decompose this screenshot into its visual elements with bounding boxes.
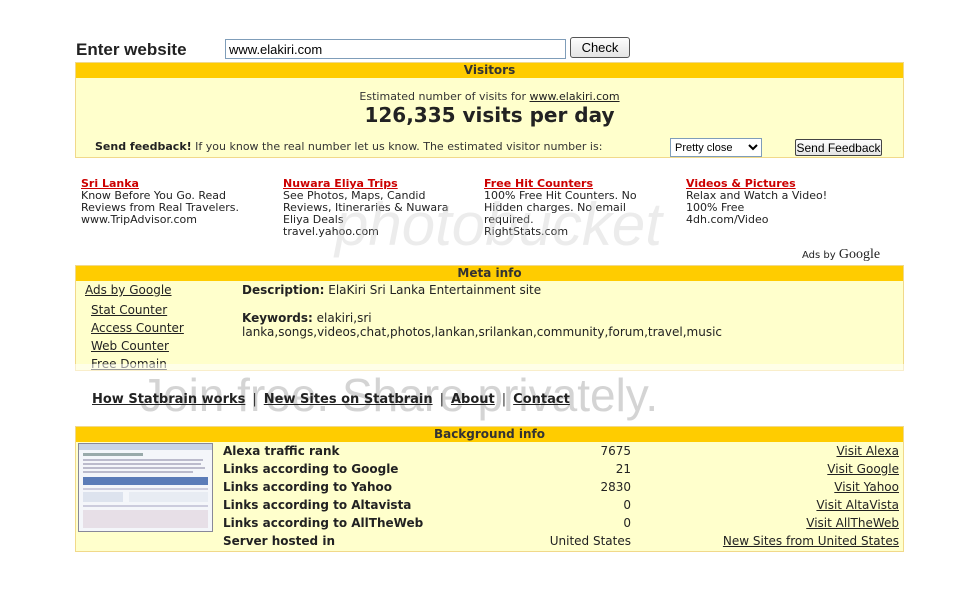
meta-info-header: Meta info xyxy=(76,266,903,281)
row-value: United States xyxy=(549,534,631,548)
background-info-panel: Background info Alexa traffic rank 7675 … xyxy=(75,426,904,552)
row-value: 7675 xyxy=(600,444,631,458)
visit-alltheweb-link[interactable]: Visit AllTheWeb xyxy=(806,516,899,530)
table-row: Links according to Yahoo 2830 Visit Yaho… xyxy=(223,480,901,498)
stat-counter-link[interactable]: Stat Counter xyxy=(91,303,167,317)
table-row: Links according to Google 21 Visit Googl… xyxy=(223,462,901,480)
estimate-prefix: Estimated number of visits for xyxy=(359,90,530,103)
website-url-input[interactable] xyxy=(225,39,566,59)
web-counter-link[interactable]: Web Counter xyxy=(91,339,169,353)
feedback-bold: Send feedback! xyxy=(95,140,192,153)
row-value: 0 xyxy=(623,498,631,512)
table-row: Links according to Altavista 0 Visit Alt… xyxy=(223,498,901,516)
row-label: Links according to Google xyxy=(223,462,399,476)
row-label: Links according to Yahoo xyxy=(223,480,392,494)
description-value: ElaKiri Sri Lanka Entertainment site xyxy=(324,283,542,297)
ad-block-1[interactable]: Sri Lanka Know Before You Go. Read Revie… xyxy=(81,178,271,226)
row-value: 0 xyxy=(623,516,631,530)
new-sites-country-link[interactable]: New Sites from United States xyxy=(723,534,899,548)
row-label: Server hosted in xyxy=(223,534,335,548)
visit-alexa-link[interactable]: Visit Alexa xyxy=(836,444,899,458)
ads-by-text: Ads by xyxy=(802,250,836,261)
nav-separator: | xyxy=(439,392,444,407)
estimate-accuracy-select[interactable]: Pretty close xyxy=(670,138,762,157)
nav-separator: | xyxy=(501,392,507,407)
row-value: 2830 xyxy=(600,480,631,494)
table-row: Server hosted in United States New Sites… xyxy=(223,534,901,552)
row-label: Links according to AllTheWeb xyxy=(223,516,424,530)
visits-per-day: 126,335 visits per day xyxy=(364,103,615,127)
keywords-label: Keywords: xyxy=(242,311,313,325)
how-statbrain-works-link[interactable]: How Statbrain works xyxy=(92,392,245,407)
meta-ads-by-google-link[interactable]: Ads by Google xyxy=(85,283,172,297)
ad-block-4[interactable]: Videos & Pictures Relax and Watch a Vide… xyxy=(686,178,876,226)
description-label: Description: xyxy=(242,283,325,297)
contact-link[interactable]: Contact xyxy=(513,392,570,407)
background-info-header: Background info xyxy=(76,427,903,442)
about-link[interactable]: About xyxy=(451,392,495,407)
row-label: Alexa traffic rank xyxy=(223,444,340,458)
access-counter-link[interactable]: Access Counter xyxy=(91,321,184,335)
ad-line: 4dh.com/Video xyxy=(686,213,769,226)
table-row: Links according to AllTheWeb 0 Visit All… xyxy=(223,516,901,534)
visit-yahoo-link[interactable]: Visit Yahoo xyxy=(834,480,899,494)
footer-nav: How Statbrain works | New Sites on Statbra… xyxy=(92,392,570,407)
thumbnail-image xyxy=(79,444,212,531)
feedback-text: If you know the real number let us know.… xyxy=(191,140,603,153)
table-row: Alexa traffic rank 7675 Visit Alexa xyxy=(223,444,901,462)
meta-keywords: Keywords: elakiri,sri lanka,songs,videos… xyxy=(242,311,842,339)
check-button[interactable]: Check xyxy=(570,37,630,58)
visit-google-link[interactable]: Visit Google xyxy=(827,462,899,476)
visitors-header: Visitors xyxy=(76,63,903,78)
estimate-line: Estimated number of visits for www.elaki… xyxy=(76,90,903,103)
visit-altavista-link[interactable]: Visit AltaVista xyxy=(816,498,899,512)
feedback-row: Send feedback! If you know the real numb… xyxy=(95,140,602,153)
send-feedback-button[interactable]: Send Feedback xyxy=(795,139,882,156)
visitors-panel: Visitors Estimated number of visits for … xyxy=(75,62,904,158)
ad-line: www.TripAdvisor.com xyxy=(81,213,197,226)
photobucket-watermark-logo: photobucket xyxy=(335,191,662,258)
meta-description: Description: ElaKiri Sri Lanka Entertain… xyxy=(242,283,541,297)
enter-website-label: Enter website xyxy=(76,40,187,59)
ads-by-google[interactable]: Ads by Google xyxy=(802,247,880,263)
meta-info-panel: Meta info Ads by Google Stat Counter Acc… xyxy=(75,265,904,371)
site-thumbnail xyxy=(78,443,213,532)
row-label: Links according to Altavista xyxy=(223,498,412,512)
keywords-value: elakiri,sri lanka,songs,videos,chat,phot… xyxy=(242,311,723,339)
estimate-site-link[interactable]: www.elakiri.com xyxy=(530,90,620,103)
row-value: 21 xyxy=(615,462,631,476)
new-sites-link[interactable]: New Sites on Statbrain xyxy=(264,392,433,407)
nav-separator: | xyxy=(252,392,257,407)
google-logo: Google xyxy=(838,247,881,262)
